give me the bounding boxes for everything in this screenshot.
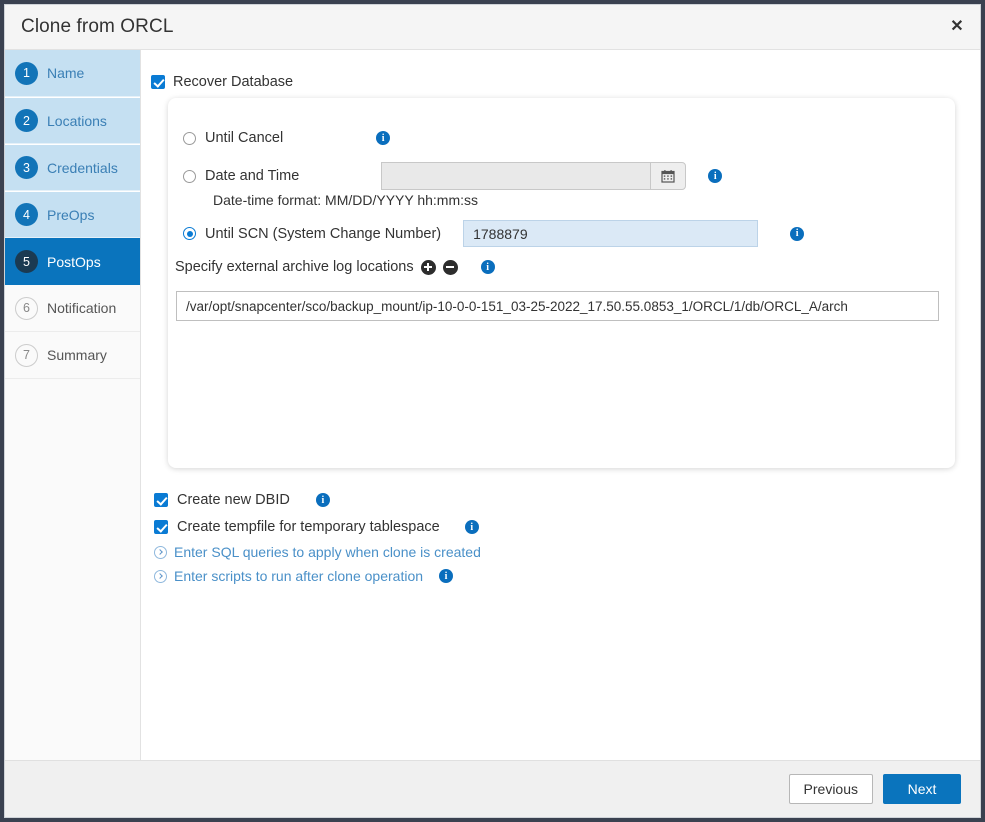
recover-database-label: Recover Database (173, 74, 293, 90)
info-icon[interactable]: i (790, 227, 804, 241)
sidebar-item-summary[interactable]: 7 Summary (5, 332, 140, 379)
sidebar-item-label: PostOps (47, 254, 101, 270)
sidebar-item-locations[interactable]: 2 Locations (5, 97, 140, 144)
date-time-input[interactable] (381, 162, 650, 190)
wizard-steps-sidebar: 1 Name 2 Locations 3 Credentials 4 PreOp… (5, 50, 141, 760)
recovery-scope-panel: Until Cancel i Date and Time (168, 98, 955, 468)
sidebar-item-preops[interactable]: 4 PreOps (5, 191, 140, 238)
sidebar-item-label: Credentials (47, 160, 118, 176)
chevron-right-circle-icon (154, 546, 167, 559)
sidebar-item-notification[interactable]: 6 Notification (5, 285, 140, 332)
step-number: 3 (15, 156, 38, 179)
dialog-header: Clone from ORCL ✕ (5, 5, 980, 50)
close-icon[interactable]: ✕ (944, 14, 970, 40)
step-number: 2 (15, 109, 38, 132)
dialog-footer: Previous Next (5, 760, 980, 817)
sidebar-item-label: PreOps (47, 207, 94, 223)
previous-button[interactable]: Previous (789, 774, 873, 804)
sidebar-item-label: Notification (47, 300, 116, 316)
until-scn-input[interactable] (463, 220, 758, 247)
step-number: 7 (15, 344, 38, 367)
archive-log-path-input[interactable] (176, 291, 939, 321)
create-tempfile-checkbox[interactable] (154, 520, 168, 534)
sql-queries-expander[interactable]: Enter SQL queries to apply when clone is… (154, 544, 481, 560)
sidebar-item-label: Name (47, 65, 84, 81)
create-new-dbid-row[interactable]: Create new DBID i (154, 492, 330, 508)
create-tempfile-label: Create tempfile for temporary tablespace (177, 519, 440, 535)
info-icon[interactable]: i (465, 520, 479, 534)
until-cancel-radio[interactable] (183, 132, 196, 145)
info-icon[interactable]: i (481, 260, 495, 274)
dialog-body: 1 Name 2 Locations 3 Credentials 4 PreOp… (5, 50, 980, 760)
clone-wizard-dialog: Clone from ORCL ✕ 1 Name 2 Locations 3 C… (4, 4, 981, 818)
step-number: 1 (15, 62, 38, 85)
next-button[interactable]: Next (883, 774, 961, 804)
calendar-icon[interactable] (650, 162, 686, 190)
until-scn-radio[interactable] (183, 227, 196, 240)
recover-database-checkbox-row[interactable]: Recover Database (151, 74, 293, 90)
page-title: Clone from ORCL (5, 16, 174, 38)
plus-circle-icon[interactable] (421, 260, 436, 275)
sidebar-item-credentials[interactable]: 3 Credentials (5, 144, 140, 191)
until-scn-row[interactable]: Until SCN (System Change Number) i (183, 220, 804, 247)
create-new-dbid-label: Create new DBID (177, 492, 290, 508)
info-icon[interactable]: i (376, 131, 390, 145)
step-number: 6 (15, 297, 38, 320)
until-cancel-row[interactable]: Until Cancel i (183, 130, 390, 146)
create-new-dbid-checkbox[interactable] (154, 493, 168, 507)
sidebar-item-name[interactable]: 1 Name (5, 50, 140, 97)
sql-queries-expander-label: Enter SQL queries to apply when clone is… (174, 544, 481, 560)
info-icon[interactable]: i (316, 493, 330, 507)
minus-circle-icon[interactable] (443, 260, 458, 275)
until-cancel-label: Until Cancel (205, 130, 283, 146)
date-and-time-row[interactable]: Date and Time (183, 162, 722, 190)
create-tempfile-row[interactable]: Create tempfile for temporary tablespace… (154, 519, 479, 535)
scripts-expander[interactable]: Enter scripts to run after clone operati… (154, 568, 453, 584)
postops-content: Recover Database Until Cancel i Date and… (141, 50, 980, 760)
info-icon[interactable]: i (439, 569, 453, 583)
archive-log-locations-label: Specify external archive log locations (175, 259, 414, 275)
date-and-time-radio[interactable] (183, 170, 196, 183)
recover-database-checkbox[interactable] (151, 75, 165, 89)
sidebar-item-label: Summary (47, 347, 107, 363)
sidebar-item-label: Locations (47, 113, 107, 129)
info-icon[interactable]: i (708, 169, 722, 183)
step-number: 5 (15, 250, 38, 273)
sidebar-item-postops[interactable]: 5 PostOps (5, 238, 140, 285)
until-scn-label: Until SCN (System Change Number) (205, 226, 441, 242)
date-and-time-label: Date and Time (205, 168, 299, 184)
step-number: 4 (15, 203, 38, 226)
chevron-right-circle-icon (154, 570, 167, 583)
archive-log-locations-row: Specify external archive log locations i (175, 259, 495, 275)
scripts-expander-label: Enter scripts to run after clone operati… (174, 568, 423, 584)
date-time-format-hint: Date-time format: MM/DD/YYYY hh:mm:ss (213, 192, 478, 208)
